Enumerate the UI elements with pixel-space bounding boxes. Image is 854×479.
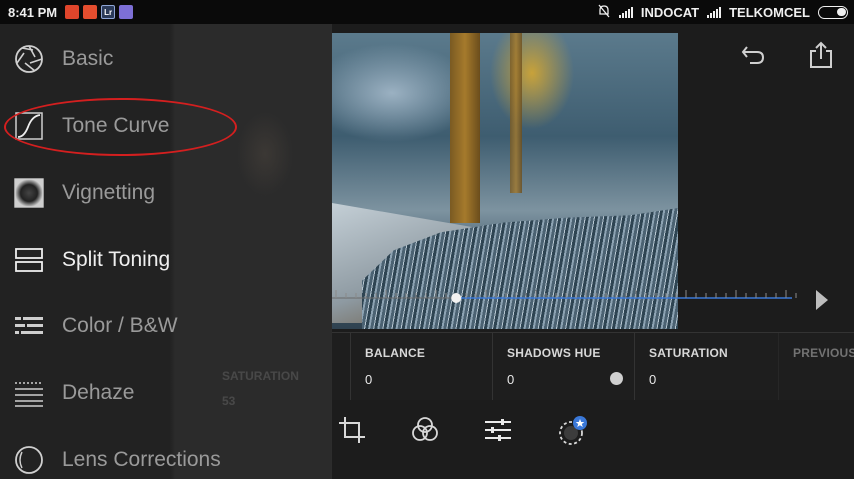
slider-knob <box>451 293 462 303</box>
tools-drawer: SATURATION 53 Basic Tone Curve Vignettin… <box>0 24 332 479</box>
menu-label: Split Toning <box>62 248 171 271</box>
param-balance[interactable]: BALANCE 0 <box>350 333 492 401</box>
menu-item-color-bw[interactable]: Color / B&W <box>0 296 332 356</box>
vignette-icon <box>13 177 45 209</box>
split-toning-params: BALANCE 0 SHADOWS HUE 0 SATURATION 0 PRE… <box>332 332 854 401</box>
annotation-circle <box>4 98 237 156</box>
param-label: SATURATION <box>649 346 728 360</box>
share-icon[interactable] <box>806 40 836 70</box>
status-time: 8:41 PM <box>8 4 58 20</box>
play-icon[interactable] <box>812 288 832 312</box>
flash-icon <box>83 5 98 19</box>
param-label: BALANCE <box>365 346 426 360</box>
menu-item-split-toning[interactable]: Split Toning <box>0 230 332 290</box>
adjustment-slider[interactable] <box>332 286 802 310</box>
photo-preview[interactable] <box>332 33 678 329</box>
selective-icon[interactable] <box>556 414 588 446</box>
carrier-1: INDOCAT <box>640 4 700 20</box>
menu-label: Vignetting <box>62 181 156 204</box>
adjust-icon[interactable] <box>482 414 514 446</box>
youtube-icon <box>65 5 80 19</box>
color-bw-icon <box>13 310 45 342</box>
notification-icons: Lr <box>65 5 134 19</box>
app-icon <box>119 5 134 19</box>
param-saturation[interactable]: SATURATION 0 <box>634 333 778 401</box>
battery-icon <box>818 5 848 19</box>
param-shadows-hue[interactable]: SHADOWS HUE 0 <box>492 333 634 401</box>
menu-label: Basic <box>62 47 114 70</box>
param-value: 0 <box>365 372 373 387</box>
signal-icon <box>618 6 633 18</box>
lightroom-icon: Lr <box>101 5 116 19</box>
undo-icon[interactable] <box>738 40 768 70</box>
bottom-toolbar <box>332 400 854 455</box>
menu-item-dehaze[interactable]: Dehaze <box>0 363 332 423</box>
param-label: PREVIOUS <box>793 346 854 360</box>
menu-label: Lens Corrections <box>62 448 221 471</box>
param-label: SHADOWS HUE <box>507 346 601 360</box>
mute-icon <box>597 4 611 21</box>
menu-item-vignetting[interactable]: Vignetting <box>0 163 332 223</box>
hue-knob[interactable] <box>610 372 623 385</box>
menu-item-lens-corrections[interactable]: Lens Corrections <box>0 430 332 479</box>
aperture-icon <box>13 43 45 75</box>
signal-icon <box>707 6 722 18</box>
dehaze-icon <box>13 377 45 409</box>
menu-item-basic[interactable]: Basic <box>0 29 332 89</box>
menu-label: Dehaze <box>62 381 135 404</box>
carrier-2: TELKOMCEL <box>729 4 810 20</box>
split-toning-icon <box>13 244 45 276</box>
param-value: 0 <box>649 372 657 387</box>
param-previous[interactable]: PREVIOUS <box>778 333 854 401</box>
crop-icon[interactable] <box>336 414 368 446</box>
lens-icon <box>13 444 45 476</box>
menu-label: Color / B&W <box>62 314 178 337</box>
status-bar: 8:41 PM Lr INDOCAT TELKOMCEL <box>0 0 854 24</box>
presets-icon[interactable] <box>409 414 441 446</box>
